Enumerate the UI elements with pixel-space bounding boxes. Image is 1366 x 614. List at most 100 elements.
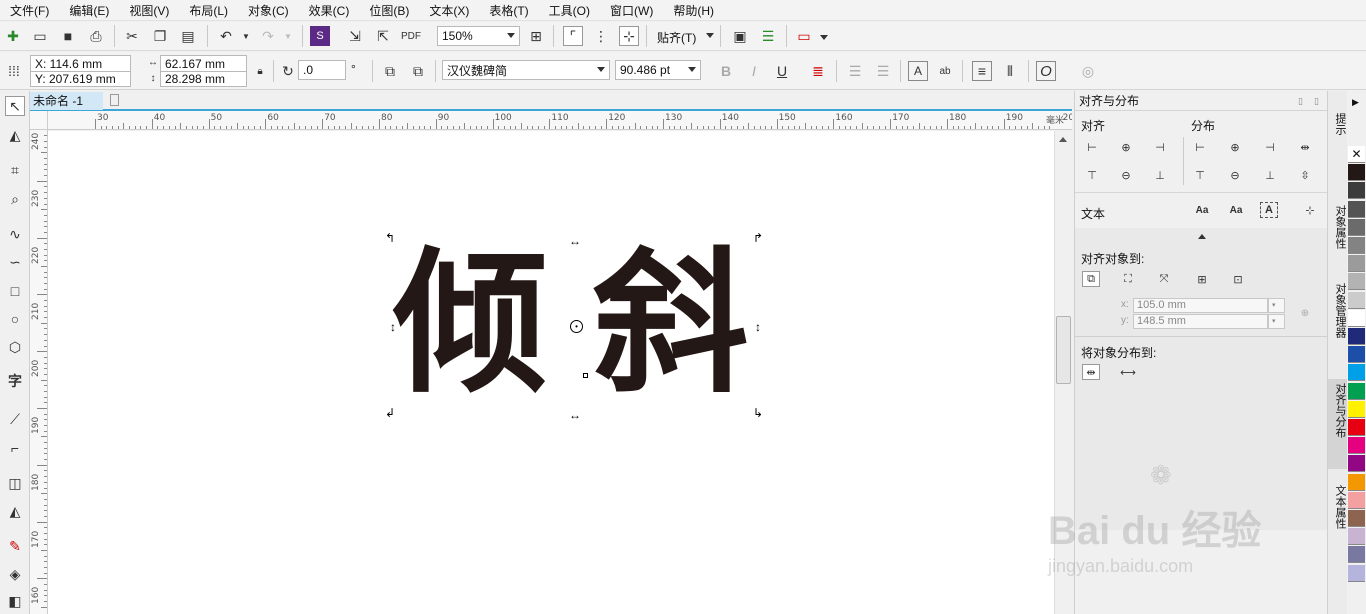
align-y-input[interactable]: 148.5 mm (1133, 314, 1268, 329)
x-position-field[interactable]: X: 114.6 mm (30, 55, 131, 71)
color-swatch[interactable] (1348, 473, 1365, 491)
skew-handle-top[interactable]: ↔ (569, 235, 581, 247)
color-swatch[interactable] (1348, 528, 1365, 546)
color-swatch[interactable] (1348, 200, 1365, 218)
publish-pdf-icon[interactable]: PDF (401, 26, 421, 46)
text-node-handle[interactable] (583, 373, 588, 378)
distribute-to-page-icon[interactable]: ⟷ (1119, 364, 1137, 380)
rotate-handle-top-right[interactable]: ↱ (753, 232, 763, 244)
smart-fill-icon[interactable]: ◧ (5, 591, 25, 611)
menu-tools[interactable]: 工具(O) (549, 2, 590, 19)
text-first-baseline-icon[interactable]: Aa (1193, 202, 1211, 218)
align-top-icon[interactable]: ⊤ (1083, 167, 1101, 183)
skew-handle-right[interactable]: ↕ (755, 321, 761, 333)
redo-dropdown-icon[interactable]: ▼ (278, 26, 298, 46)
height-field[interactable]: 28.298 mm (160, 71, 247, 87)
artistic-text-object[interactable]: 倾斜 (393, 233, 773, 413)
undo-dropdown-icon[interactable]: ▼ (236, 26, 256, 46)
align-bottom-icon[interactable]: ⊥ (1151, 167, 1169, 183)
skew-handle-bottom[interactable]: ↔ (569, 409, 581, 421)
docker-tab-hints[interactable]: 提示 (1328, 109, 1348, 164)
align-to-specified-point-icon[interactable]: ⊡ (1229, 271, 1247, 287)
crop-tool-icon[interactable]: ⌗ (5, 160, 25, 180)
reference-point-icon[interactable]: ⁞⁞⁞ (4, 61, 24, 81)
color-swatch[interactable] (1348, 437, 1365, 455)
snap-dropdown-icon[interactable] (706, 33, 714, 38)
interactive-fill-icon[interactable]: ◈ (5, 564, 25, 584)
show-grid-icon[interactable]: ⋮ (591, 26, 611, 46)
undo-icon[interactable]: ↶ (216, 26, 236, 46)
export-icon[interactable]: ⇱ (373, 26, 393, 46)
color-swatch[interactable] (1348, 510, 1365, 527)
align-to-page-center-icon[interactable]: ⤧ (1155, 271, 1173, 287)
drop-shadow-icon[interactable]: ◫ (5, 473, 25, 493)
zoom-level-select[interactable]: 150% (437, 26, 520, 46)
rotate-handle-top-left[interactable]: ↰ (385, 232, 395, 244)
docker-tab-align-distribute[interactable]: 对齐与分布 (1328, 379, 1348, 469)
launcher-dropdown-icon[interactable] (820, 35, 828, 40)
artistic-media-icon[interactable]: ∽ (5, 252, 25, 272)
show-rulers-icon[interactable]: ⌜ (563, 26, 583, 46)
drawing-canvas[interactable]: 倾斜 ↰ ↔ ↱ ↕ ↕ ↲ ↔ ↳ • (48, 131, 1054, 614)
show-guidelines-icon[interactable]: ⊹ (619, 26, 639, 46)
text-tool-icon[interactable]: 字 (5, 371, 25, 391)
color-swatch[interactable] (1348, 237, 1365, 254)
close-icon[interactable]: ▯ (1314, 91, 1319, 111)
bullet-list-icon[interactable]: ☰ (845, 61, 865, 81)
color-swatch[interactable] (1348, 346, 1365, 364)
text-properties-icon[interactable]: A (908, 61, 928, 81)
cut-icon[interactable]: ✂ (122, 26, 142, 46)
docker-tab-object-properties[interactable]: 对象属性 (1328, 201, 1348, 261)
menu-text[interactable]: 文本(X) (429, 2, 469, 19)
import-icon[interactable]: ⇲ (345, 26, 365, 46)
connector-tool-icon[interactable]: ⌐ (5, 438, 25, 458)
freehand-tool-icon[interactable]: ∿ (5, 224, 25, 244)
distribute-bottom-icon[interactable]: ⊥ (1261, 167, 1279, 183)
bold-icon[interactable]: B (716, 61, 736, 81)
align-center-vertical-icon[interactable]: ⊖ (1117, 167, 1135, 183)
menu-window[interactable]: 窗口(W) (610, 2, 653, 19)
rotate-handle-bottom-right[interactable]: ↳ (753, 407, 763, 419)
dimension-tool-icon[interactable]: ⟋ (5, 409, 25, 429)
docker-tab-text-properties[interactable]: 文本属性 (1328, 481, 1348, 556)
ruler-origin[interactable] (30, 111, 48, 130)
menu-object[interactable]: 对象(C) (248, 2, 289, 19)
document-tab[interactable]: 未命名 -1 (30, 92, 103, 110)
zoom-tool-icon[interactable]: ⌕ (5, 189, 25, 209)
underline-icon[interactable]: U (772, 61, 792, 81)
open-icon[interactable]: ▭ (30, 26, 50, 46)
align-y-unit-spinner[interactable]: ▾ (1268, 314, 1285, 329)
menu-effects[interactable]: 效果(C) (309, 2, 350, 19)
mirror-horizontal-icon[interactable]: ⧉ (380, 61, 400, 81)
corel-connect-icon[interactable]: S (310, 26, 330, 46)
collapse-section-icon[interactable] (1198, 234, 1206, 239)
italic-icon[interactable]: I (744, 61, 764, 81)
scrollbar-thumb[interactable] (1056, 316, 1071, 384)
text-align-icon[interactable]: ≣ (808, 61, 828, 81)
color-swatch[interactable] (1348, 364, 1365, 382)
align-left-icon[interactable]: ⊢ (1083, 139, 1101, 155)
docker-tab-object-manager[interactable]: 对象管理器 (1328, 279, 1348, 359)
color-swatch[interactable] (1348, 309, 1365, 327)
horizontal-ruler[interactable]: 30 40 50 60 70 80 90 100 110 120 130 140 150 160 170 18… (48, 111, 1072, 130)
ellipse-tool-icon[interactable]: ○ (5, 309, 25, 329)
interactive-opentype-icon[interactable]: O (1036, 61, 1056, 81)
polygon-tool-icon[interactable]: ⬡ (5, 337, 25, 357)
vertical-scrollbar[interactable] (1054, 131, 1072, 614)
copy-icon[interactable]: ❐ (150, 26, 170, 46)
shape-tool-icon[interactable]: ◭ (5, 125, 25, 145)
font-family-select[interactable]: 汉仪魏碑简 (442, 60, 610, 80)
eyedropper-icon[interactable]: ✎ (5, 536, 25, 556)
text-bounding-box-icon[interactable]: A (1260, 202, 1278, 218)
color-swatch[interactable] (1348, 564, 1365, 582)
vertical-ruler[interactable]: 240 230 220 210 200 190 180 170 160 (30, 130, 48, 614)
color-swatch[interactable] (1348, 273, 1365, 291)
text-last-baseline-icon[interactable]: Aa (1227, 202, 1245, 218)
new-document-icon[interactable]: ✚ (3, 26, 23, 46)
color-swatch[interactable] (1348, 455, 1365, 473)
align-x-unit-spinner[interactable]: ▾ (1268, 298, 1285, 313)
rotation-center-icon[interactable]: • (570, 320, 583, 333)
application-launcher-icon[interactable]: ▭ (794, 26, 814, 46)
new-tab-icon[interactable] (110, 94, 119, 106)
lock-ratio-icon[interactable]: 🔒︎ (250, 61, 270, 81)
